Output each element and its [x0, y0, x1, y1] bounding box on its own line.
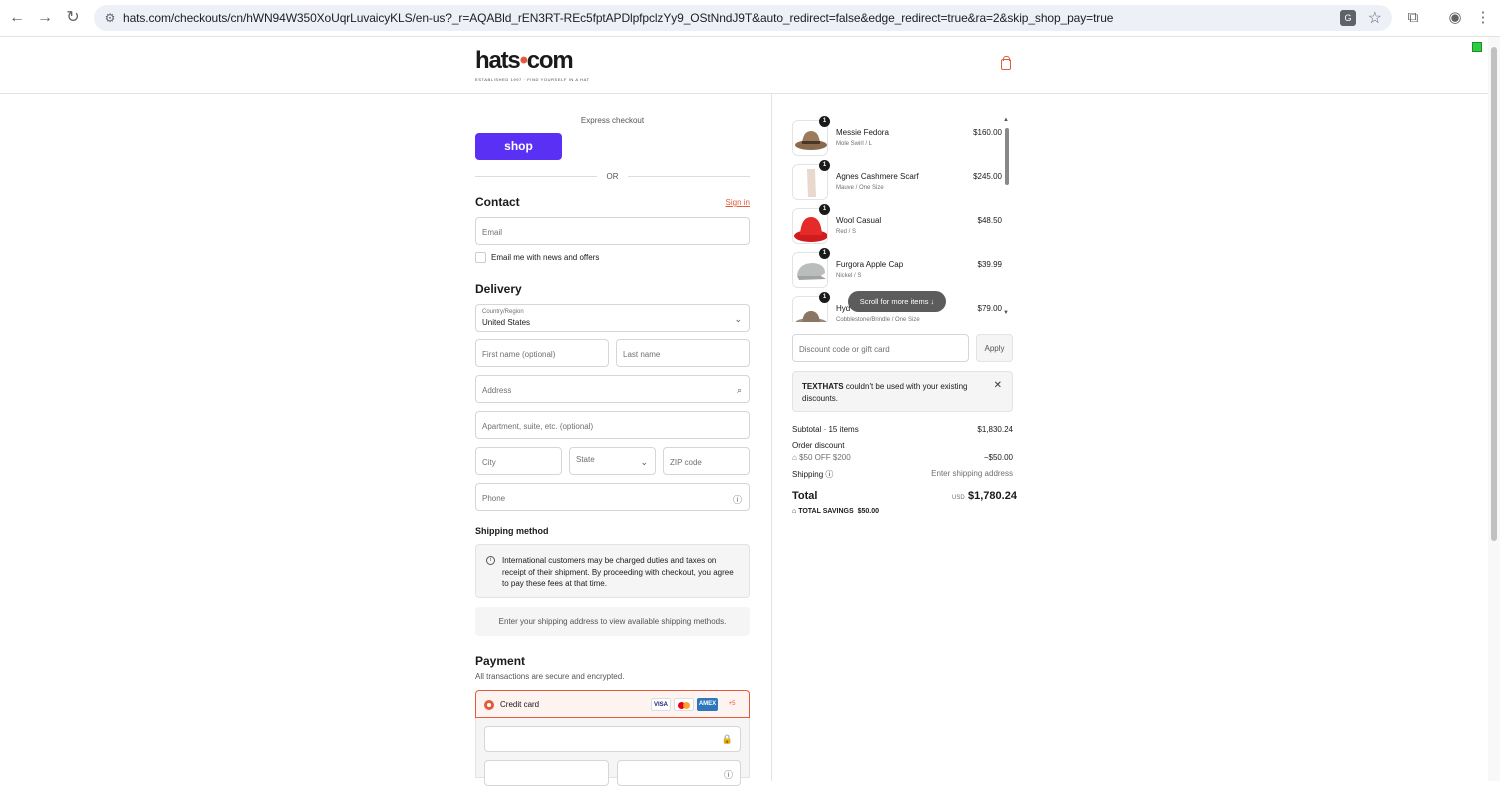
visa-icon: VISA — [651, 698, 671, 711]
info-icon: i — [486, 556, 495, 565]
status-indicator — [1472, 42, 1482, 52]
chevron-down-icon: ⌄ — [640, 457, 648, 467]
help-circle-icon[interactable]: ⓘ — [733, 493, 742, 506]
shipping-method-title: Shipping method — [475, 526, 549, 536]
scroll-for-more-button[interactable]: Scroll for more items ↓ — [848, 291, 946, 312]
shopping-bag-icon[interactable] — [1001, 56, 1011, 70]
delivery-title: Delivery — [475, 282, 522, 296]
cart-item: 1 Agnes Cashmere Scarf Mauve / One Size … — [792, 160, 1002, 204]
card-details-area: 🔒 ⓘ — [475, 718, 750, 786]
total-label: Total — [792, 490, 818, 502]
forward-icon[interactable]: → — [36, 9, 54, 27]
tag-icon: ⌂ — [792, 508, 797, 515]
phone-field[interactable]: Phone ⓘ — [475, 483, 750, 511]
more-cards-badge: +5 — [728, 701, 736, 707]
back-icon[interactable]: ← — [8, 9, 26, 27]
payment-subtitle: All transactions are secure and encrypte… — [475, 672, 625, 681]
search-icon: ⌕ — [736, 385, 742, 395]
email-field[interactable]: Email — [475, 217, 750, 245]
cart-item: 1 Furgora Apple Cap Nickel / S $39.99 — [792, 248, 1002, 292]
card-number-field[interactable]: 🔒 — [484, 726, 741, 752]
translate-icon[interactable]: G — [1340, 10, 1356, 26]
shipping-row: Shipping ⓘ Enter shipping address — [792, 469, 1013, 479]
help-circle-icon[interactable]: ⓘ — [825, 470, 833, 479]
checkout-page: hats•com ESTABLISHED 1997 · FIND YOURSEL… — [0, 37, 1500, 786]
column-divider — [771, 94, 772, 781]
country-select[interactable]: Country/Region United States ⌄ — [475, 304, 750, 332]
credit-card-option[interactable]: Credit card VISA AMEX +5 — [475, 690, 750, 718]
amex-icon: AMEX — [697, 698, 718, 711]
expiry-field[interactable] — [484, 760, 609, 786]
profile-icon[interactable]: ◉ — [1446, 9, 1464, 27]
reload-icon[interactable]: ↻ — [64, 9, 82, 27]
page-scrollbar[interactable] — [1488, 37, 1500, 781]
shipping-methods-empty: Enter your shipping address to view avai… — [475, 607, 750, 636]
tag-icon: ⌂ — [792, 453, 797, 462]
express-checkout-label: Express checkout — [580, 116, 645, 125]
address-field[interactable]: Address ⌕ — [475, 375, 750, 403]
site-header: hats•com ESTABLISHED 1997 · FIND YOURSEL… — [0, 37, 1488, 94]
credit-card-radio[interactable] — [484, 700, 494, 710]
bookmark-star-icon[interactable]: ☆ — [1368, 8, 1382, 28]
apartment-field[interactable]: Apartment, suite, etc. (optional) — [475, 411, 750, 439]
hats-com-logo[interactable]: hats•com ESTABLISHED 1997 · FIND YOURSEL… — [475, 49, 590, 83]
order-discount-row: Order discount — [792, 441, 845, 450]
contact-title: Contact — [475, 195, 520, 209]
discount-code-row: ⌂ $50 OFF $200 −$50.00 — [792, 453, 1013, 462]
cart-item: 1 Wool Casual Red / S $48.50 — [792, 204, 1002, 248]
close-icon[interactable]: ✕ — [994, 380, 1002, 391]
last-name-field[interactable]: Last name — [616, 339, 750, 367]
arrow-down-icon: ↓ — [930, 297, 935, 306]
payment-title: Payment — [475, 654, 526, 668]
zip-field[interactable]: ZIP code — [663, 447, 750, 475]
chevron-down-icon: ⌄ — [734, 314, 742, 324]
sign-in-link[interactable]: Sign in — [726, 198, 750, 207]
lock-icon: 🔒 — [721, 734, 733, 744]
page-scroll-thumb[interactable] — [1491, 47, 1497, 541]
city-field[interactable]: City — [475, 447, 562, 475]
scroll-up-icon[interactable]: ▲ — [1003, 117, 1009, 123]
currency-code: USD — [952, 495, 965, 501]
subtotal-row: Subtotal · 15 items $1,830.24 — [792, 425, 1013, 434]
discount-code-input[interactable]: Discount code or gift card — [792, 334, 969, 362]
extensions-icon[interactable]: ⧉ — [1404, 9, 1422, 27]
total-value: $1,780.24 — [968, 490, 1017, 502]
shop-pay-button[interactable]: shop — [475, 133, 562, 160]
url-text[interactable]: hats.com/checkouts/cn/hWN94W350XoUqrLuva… — [123, 11, 1113, 25]
total-savings: ⌂ TOTAL SAVINGS $50.00 — [792, 508, 879, 515]
cart-scroll-thumb[interactable] — [1005, 128, 1009, 185]
menu-kebab-icon[interactable]: ⋮ — [1474, 9, 1492, 27]
site-settings-icon[interactable]: ⚙ — [102, 10, 118, 26]
browser-toolbar: ← → ↻ ⚙ hats.com/checkouts/cn/hWN94W350X… — [0, 0, 1500, 37]
security-code-field[interactable]: ⓘ — [617, 760, 741, 786]
cart-list-scrollbar[interactable]: ▲ ▼ — [1003, 117, 1011, 317]
help-circle-icon[interactable]: ⓘ — [724, 768, 733, 781]
duties-notice: i International customers may be charged… — [475, 544, 750, 598]
newsletter-checkbox[interactable] — [475, 252, 486, 263]
first-name-field[interactable]: First name (optional) — [475, 339, 609, 367]
address-bar[interactable]: ⚙ hats.com/checkouts/cn/hWN94W350XoUqrLu… — [94, 5, 1392, 31]
mastercard-icon — [674, 698, 694, 711]
cart-item: 1 Messie Fedora Mole Swirl / L $160.00 — [792, 116, 1002, 160]
discount-error-banner: TEXTHATS couldn't be used with your exis… — [792, 371, 1013, 412]
newsletter-label: Email me with news and offers — [491, 253, 600, 262]
state-select[interactable]: State ⌄ — [569, 447, 656, 475]
scroll-down-icon[interactable]: ▼ — [1003, 310, 1009, 316]
or-divider: OR — [475, 171, 750, 181]
apply-discount-button[interactable]: Apply — [976, 334, 1013, 362]
